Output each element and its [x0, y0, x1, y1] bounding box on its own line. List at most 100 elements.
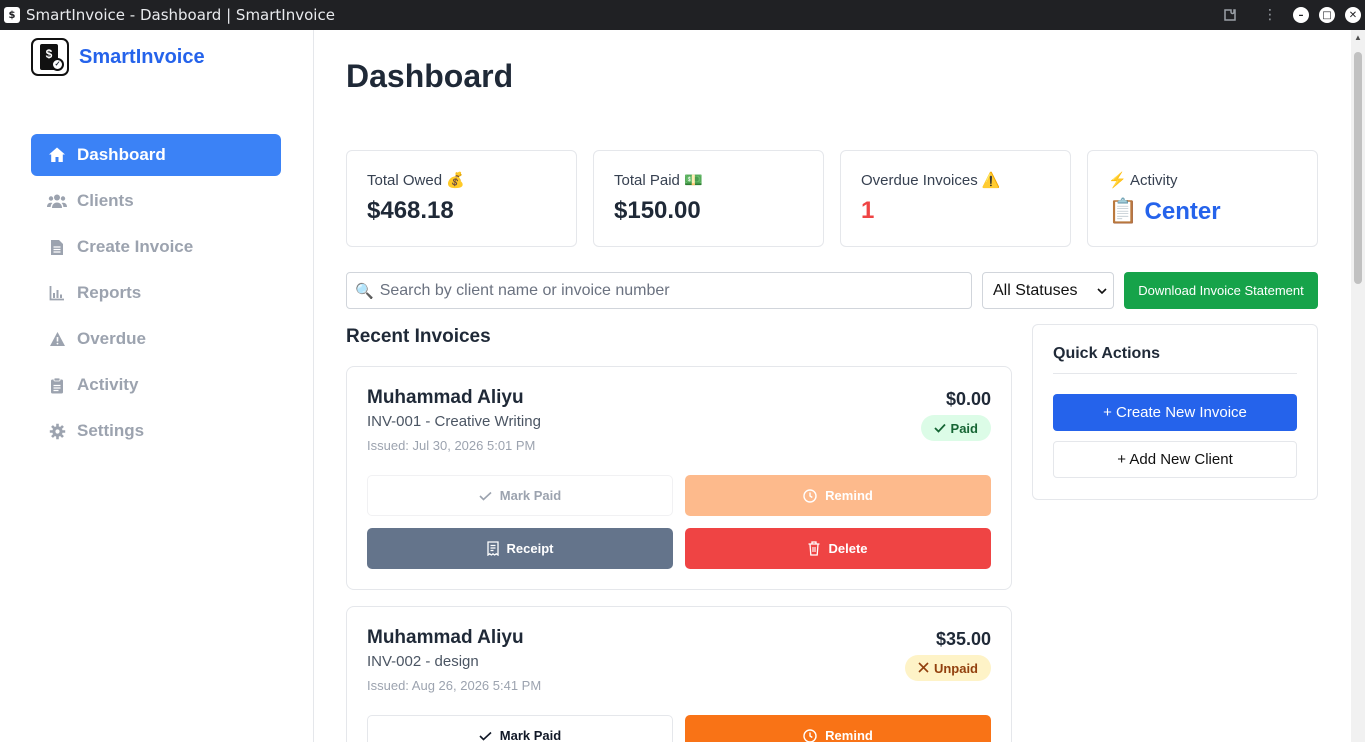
app-icon: $	[4, 7, 20, 23]
status-badge-label: Paid	[950, 420, 978, 436]
brand-logo[interactable]: $ ✓ SmartInvoice	[31, 38, 205, 76]
invoice-amount: $0.00	[945, 389, 991, 409]
sidebar-nav: Dashboard Clients Create Invoice Reports…	[31, 134, 281, 456]
remind-button[interactable]: Remind	[685, 715, 991, 742]
quick-actions-panel: Quick Actions + Create New Invoice + Add…	[1032, 324, 1318, 500]
x-icon	[918, 661, 929, 676]
page-scrollbar[interactable]: ▲	[1351, 30, 1365, 742]
stat-label: ⚡ Activity	[1108, 172, 1178, 189]
scrollbar-thumb[interactable]	[1354, 52, 1362, 284]
home-icon	[47, 146, 67, 164]
stat-label: Total Owed 💰	[367, 172, 465, 189]
stat-card-total-owed: Total Owed 💰 $468.18	[346, 150, 577, 247]
invoice-desc: INV-002 - design	[367, 653, 479, 670]
download-statement-button[interactable]: Download Invoice Statement	[1124, 272, 1318, 309]
mark-paid-label: Mark Paid	[499, 488, 562, 503]
sidebar-item-label: Clients	[77, 191, 134, 210]
stat-value: $150.00	[614, 197, 701, 224]
invoice-issued: Issued: Jul 30, 2026 5:01 PM	[367, 438, 536, 453]
stat-card-overdue: Overdue Invoices ⚠️ 1	[840, 150, 1071, 247]
mark-paid-label: Mark Paid	[499, 728, 562, 742]
stat-card-activity[interactable]: ⚡ Activity 📋 Center	[1087, 150, 1318, 247]
invoice-desc: INV-001 - Creative Writing	[367, 413, 541, 430]
maximize-icon[interactable]: □	[1319, 7, 1335, 23]
window-title: SmartInvoice - Dashboard | SmartInvoice	[26, 6, 335, 24]
more-menu-icon[interactable]: ⋮	[1257, 4, 1283, 26]
minimize-icon[interactable]: –	[1293, 7, 1309, 23]
check-icon	[933, 421, 946, 436]
search-input[interactable]: 🔍 Search by client name or invoice numbe…	[346, 272, 972, 309]
invoice-issued: Issued: Aug 26, 2026 5:41 PM	[367, 678, 542, 693]
chevron-down-icon	[1097, 282, 1107, 300]
sidebar-item-label: Overdue	[77, 329, 146, 348]
stats-row: Total Owed 💰 $468.18 Total Paid 💵 $150.0…	[346, 150, 1318, 247]
status-filter-select[interactable]: All Statuses	[982, 272, 1114, 309]
sidebar-item-clients[interactable]: Clients	[31, 180, 281, 222]
receipt-button[interactable]: Receipt	[367, 528, 673, 569]
stat-label: Total Paid 💵	[614, 172, 703, 189]
trash-icon	[808, 541, 820, 556]
invoice-client: Muhammad Aliyu	[367, 387, 524, 408]
invoice-logo-icon: $ ✓	[31, 38, 69, 76]
invoice-card: Muhammad Aliyu INV-002 - design Issued: …	[346, 606, 1012, 742]
sidebar-item-settings[interactable]: Settings	[31, 410, 281, 452]
page-title: Dashboard	[346, 58, 514, 94]
brand-name: SmartInvoice	[79, 45, 205, 68]
invoice-client: Muhammad Aliyu	[367, 627, 524, 648]
create-invoice-button[interactable]: + Create New Invoice	[1053, 394, 1297, 431]
invoice-card: Muhammad Aliyu INV-001 - Creative Writin…	[346, 366, 1012, 590]
sidebar-item-create-invoice[interactable]: Create Invoice	[31, 226, 281, 268]
mark-paid-button[interactable]: Mark Paid	[367, 475, 673, 516]
sidebar-item-label: Create Invoice	[77, 237, 194, 256]
status-badge: Unpaid	[904, 655, 991, 681]
sidebar-item-label: Activity	[77, 375, 139, 394]
search-placeholder: Search by client name or invoice number	[379, 281, 670, 299]
receipt-label: Receipt	[506, 541, 554, 556]
recent-invoices-title: Recent Invoices	[346, 326, 491, 347]
stat-value: 1	[861, 197, 875, 224]
warning-icon	[47, 331, 67, 347]
sidebar-item-activity[interactable]: Activity	[31, 364, 281, 406]
receipt-icon	[486, 541, 499, 556]
sidebar-item-label: Dashboard	[77, 145, 166, 164]
clock-icon	[803, 488, 817, 503]
sidebar-item-reports[interactable]: Reports	[31, 272, 281, 314]
stat-value: $468.18	[367, 197, 454, 224]
invoice-actions: Mark Paid Remind Receipt Delete	[367, 475, 991, 569]
clipboard-icon	[47, 377, 67, 394]
main-content: Dashboard Total Owed 💰 $468.18 Total Pai…	[314, 30, 1351, 742]
stat-card-total-paid: Total Paid 💵 $150.00	[593, 150, 824, 247]
sidebar: $ ✓ SmartInvoice Dashboard Clients Creat…	[0, 30, 314, 742]
sidebar-item-label: Reports	[77, 283, 142, 302]
delete-label: Delete	[828, 541, 868, 556]
status-filter-value: All Statuses	[993, 281, 1078, 299]
invoice-actions: Mark Paid Remind	[367, 715, 991, 742]
activity-center-link[interactable]: 📋 Center	[1108, 197, 1297, 226]
remind-label: Remind	[825, 728, 873, 742]
sidebar-item-label: Settings	[77, 421, 145, 440]
file-icon	[47, 239, 67, 256]
extensions-icon[interactable]	[1217, 4, 1243, 26]
remind-button[interactable]: Remind	[685, 475, 991, 516]
add-client-button[interactable]: + Add New Client	[1053, 441, 1297, 478]
check-icon	[479, 731, 492, 741]
invoice-amount: $35.00	[935, 629, 991, 649]
search-icon: 🔍	[355, 282, 374, 300]
delete-button[interactable]: Delete	[685, 528, 991, 569]
window-titlebar: $ SmartInvoice - Dashboard | SmartInvoic…	[0, 0, 1365, 30]
sidebar-item-overdue[interactable]: Overdue	[31, 318, 281, 360]
check-icon	[479, 491, 492, 501]
clock-icon	[803, 728, 817, 742]
status-badge: Paid	[920, 415, 991, 441]
gear-icon	[47, 423, 67, 440]
mark-paid-button[interactable]: Mark Paid	[367, 715, 673, 742]
quick-actions-title: Quick Actions	[1053, 345, 1297, 374]
sidebar-item-dashboard[interactable]: Dashboard	[31, 134, 281, 176]
status-badge-label: Unpaid	[933, 660, 978, 676]
remind-label: Remind	[825, 488, 873, 503]
chart-icon	[47, 285, 67, 301]
users-icon	[47, 193, 67, 209]
scroll-up-icon[interactable]: ▲	[1351, 30, 1365, 44]
stat-label: Overdue Invoices ⚠️	[861, 172, 1001, 189]
close-icon[interactable]: ✕	[1345, 7, 1361, 23]
